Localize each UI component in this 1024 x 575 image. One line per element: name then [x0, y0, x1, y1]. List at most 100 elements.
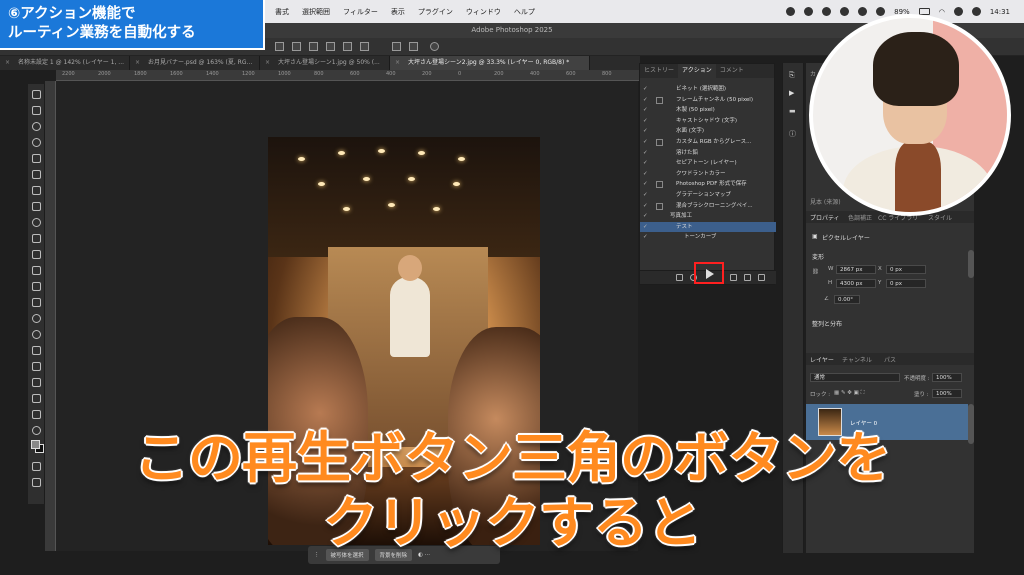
tab-properties[interactable]: プロパティ — [810, 213, 840, 222]
fill-field[interactable]: 100% — [932, 389, 962, 398]
eyedropper-tool-icon[interactable] — [32, 202, 41, 211]
healing-tool-icon[interactable] — [32, 218, 41, 227]
action-step-row[interactable]: ✓ トーンカーブ — [640, 232, 776, 243]
check-icon[interactable]: ✓ — [643, 232, 648, 243]
close-icon[interactable]: × — [135, 56, 140, 70]
dialog-toggle-icon[interactable] — [656, 96, 663, 104]
tab-actions[interactable]: アクション — [678, 64, 716, 78]
action-row[interactable]: ✓ クワドラントカラー — [640, 169, 776, 180]
menu-format[interactable]: 書式 — [275, 7, 289, 17]
action-row[interactable]: ✓ キャストシャドウ (文字) — [640, 116, 776, 127]
comments-icon[interactable]: ▬ — [789, 107, 799, 117]
action-row[interactable]: ✓ カスタム RGB からグレース... — [640, 137, 776, 148]
tab-doc-3[interactable]: × 大坪さん登場シーン1.jpg @ 50% (... — [260, 56, 390, 70]
align-top-icon[interactable] — [326, 42, 335, 51]
stop-icon[interactable] — [676, 274, 683, 281]
action-row-selected[interactable]: ✓ テスト — [640, 221, 776, 233]
check-icon[interactable]: ✓ — [643, 95, 648, 106]
link-icon[interactable]: ⛓ — [812, 269, 819, 275]
blend-mode-select[interactable]: 通常 — [810, 373, 900, 382]
check-icon[interactable]: ✓ — [643, 201, 648, 212]
width-field[interactable]: 2867 px — [836, 265, 876, 274]
action-row[interactable]: ✓ ビネット (選択範囲) — [640, 84, 776, 95]
height-field[interactable]: 4300 px — [836, 279, 876, 288]
history-icon[interactable]: ⎘ — [789, 71, 799, 81]
action-row[interactable]: ✓ 混合ブラシクローニングペイ... — [640, 201, 776, 212]
check-icon[interactable]: ✓ — [643, 126, 648, 137]
action-row[interactable]: ✓ フレームチャンネル (50 pixel) — [640, 95, 776, 106]
tab-history[interactable]: ヒストリー — [640, 64, 678, 78]
tab-doc-1[interactable]: × 名称未設定 1 @ 142% (レイヤー 1, ... — [0, 56, 130, 70]
info-icon[interactable]: ⓘ — [789, 129, 799, 139]
distribute-icon[interactable] — [392, 42, 401, 51]
path-select-tool-icon[interactable] — [32, 378, 41, 387]
close-icon[interactable]: × — [395, 56, 400, 70]
tab-styles[interactable]: スタイル — [928, 213, 952, 222]
headphones-icon[interactable] — [876, 7, 886, 16]
color-tab[interactable]: カ — [810, 69, 816, 78]
record-icon[interactable] — [786, 7, 796, 16]
pen-tool-icon[interactable] — [32, 346, 41, 355]
trash-icon[interactable] — [758, 274, 765, 281]
check-icon[interactable]: ✓ — [643, 190, 648, 201]
marquee-tool-icon[interactable] — [32, 122, 41, 131]
dialog-toggle-icon[interactable] — [656, 202, 663, 210]
new-set-icon[interactable] — [730, 274, 737, 281]
action-row[interactable]: ✓ 溶けた鉛 — [640, 148, 776, 159]
action-row[interactable]: ✓ グラデーションマップ — [640, 190, 776, 201]
blur-tool-icon[interactable] — [32, 314, 41, 323]
lock-icons[interactable]: ▦ ✎ ✥ ▣ ⛶ — [834, 390, 864, 397]
action-row[interactable]: ✓ 水面 (文字) — [640, 126, 776, 137]
gear-icon[interactable] — [430, 42, 439, 51]
opacity-field[interactable]: 100% — [932, 373, 962, 382]
control-center-icon[interactable] — [971, 7, 981, 16]
tab-doc-2[interactable]: × お月見バナー.psd @ 163% (夏, RG... — [130, 56, 260, 70]
align-left-icon[interactable] — [275, 42, 284, 51]
menu-window[interactable]: ウィンドウ — [466, 7, 501, 17]
properties-scrollbar[interactable] — [968, 250, 974, 278]
menu-help[interactable]: ヘルプ — [514, 7, 535, 17]
action-row[interactable]: ✓ Photoshop PDF 形式で保存 — [640, 179, 776, 190]
check-icon[interactable]: ✓ — [643, 105, 648, 116]
check-icon[interactable]: ✓ — [643, 179, 648, 190]
check-icon[interactable]: ✓ — [643, 116, 648, 127]
close-icon[interactable]: × — [265, 56, 270, 70]
y-field[interactable]: 0 px — [886, 279, 926, 288]
status-icon[interactable] — [804, 7, 814, 16]
tab-paths[interactable]: パス — [884, 355, 896, 364]
play-icon[interactable] — [840, 7, 850, 16]
close-icon[interactable]: × — [5, 56, 10, 70]
check-icon[interactable]: ✓ — [643, 222, 648, 233]
x-field[interactable]: 0 px — [886, 265, 926, 274]
object-select-tool-icon[interactable] — [32, 154, 41, 163]
more-options-icon[interactable] — [409, 42, 418, 51]
action-row[interactable]: ✓ 木製 (50 pixel) — [640, 105, 776, 116]
align-right-icon[interactable] — [309, 42, 318, 51]
crop-tool-icon[interactable] — [32, 170, 41, 179]
bluetooth-icon[interactable] — [858, 7, 868, 16]
check-icon[interactable]: ✓ — [643, 211, 648, 222]
hand-tool-icon[interactable] — [32, 410, 41, 419]
menu-select[interactable]: 選択範囲 — [302, 7, 330, 17]
move-tool-icon[interactable] — [32, 90, 41, 99]
type-tool-icon[interactable] — [32, 362, 41, 371]
align-center-icon[interactable] — [292, 42, 301, 51]
tab-channels[interactable]: チャンネル — [842, 355, 872, 364]
shape-tool-icon[interactable] — [32, 394, 41, 403]
check-icon[interactable]: ✓ — [643, 158, 648, 169]
menu-filter[interactable]: フィルター — [343, 7, 378, 17]
check-icon[interactable]: ✓ — [643, 137, 648, 148]
wifi-icon[interactable]: ◠ — [939, 8, 945, 16]
new-action-icon[interactable] — [744, 274, 751, 281]
check-icon[interactable]: ✓ — [643, 84, 648, 95]
align-middle-icon[interactable] — [343, 42, 352, 51]
action-set-row[interactable]: ✓ 写真加工 — [640, 211, 776, 222]
check-icon[interactable]: ✓ — [643, 148, 648, 159]
align-bottom-icon[interactable] — [360, 42, 369, 51]
menu-plugins[interactable]: プラグイン — [418, 7, 453, 17]
menu-view[interactable]: 表示 — [391, 7, 405, 17]
tab-doc-4[interactable]: × 大坪さん登場シーン2.jpg @ 33.3% (レイヤー 0, RGB/8) … — [390, 56, 590, 70]
actions-play-icon[interactable]: ▶ — [789, 89, 799, 99]
dialog-toggle-icon[interactable] — [656, 138, 663, 146]
lasso-tool-icon[interactable] — [32, 138, 41, 147]
